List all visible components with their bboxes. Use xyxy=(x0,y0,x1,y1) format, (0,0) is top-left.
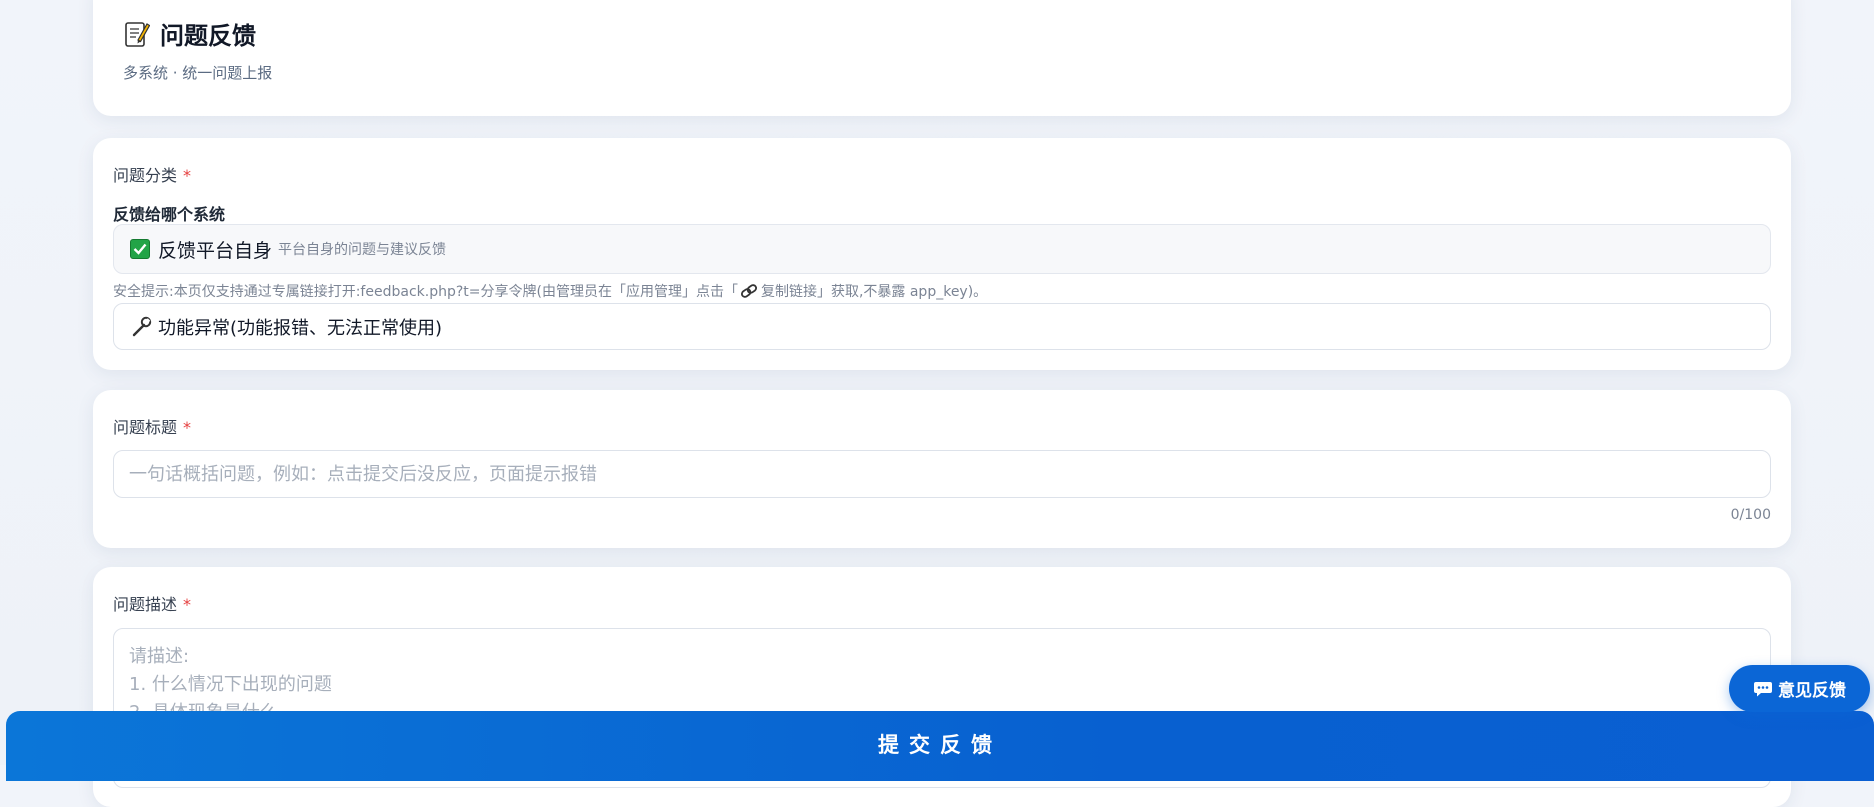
system-select-value: 反馈平台自身 xyxy=(158,239,273,262)
type-select[interactable]: 功能异常(功能报错、无法正常使用) xyxy=(113,303,1771,350)
page-subtitle: 多系统 · 统一问题上报 xyxy=(123,64,273,82)
title-char-counter: 0/100 xyxy=(1730,507,1771,523)
category-label: 问题分类 * xyxy=(113,162,191,186)
security-tip-text-start: 安全提示:本页仅支持通过专属链接打开:feedback.php?t=分享令牌(由… xyxy=(113,284,738,300)
floating-feedback-button[interactable]: 意见反馈 xyxy=(1729,665,1870,712)
chat-bubble-icon xyxy=(1753,680,1773,698)
submit-button[interactable]: 提交反馈 xyxy=(6,711,1874,781)
description-label: 问题描述 * xyxy=(113,591,191,615)
page-title: 问题反馈 xyxy=(160,22,256,50)
title-input[interactable] xyxy=(113,450,1771,498)
title-label: 问题标题 * xyxy=(113,414,191,438)
type-select-value: 功能异常(功能报错、无法正常使用) xyxy=(158,317,443,339)
header-card: 问题反馈 多系统 · 统一问题上报 xyxy=(93,0,1791,116)
category-card: 问题分类 * 反馈给哪个系统 反馈平台自身 平台自身的问题与建议反馈 安全提示:本… xyxy=(93,138,1791,370)
page-title-row: 问题反馈 xyxy=(124,16,256,51)
check-mark-icon xyxy=(130,239,150,259)
wrench-icon xyxy=(130,316,152,338)
description-label-text: 问题描述 xyxy=(113,595,178,614)
memo-icon xyxy=(124,20,151,48)
system-select[interactable]: 反馈平台自身 平台自身的问题与建议反馈 xyxy=(113,224,1771,274)
category-label-text: 问题分类 xyxy=(113,166,178,185)
required-star: * xyxy=(183,418,192,437)
system-select-description: 平台自身的问题与建议反馈 xyxy=(278,242,447,258)
required-star: * xyxy=(183,166,192,185)
system-label: 反馈给哪个系统 xyxy=(113,205,226,224)
security-tip-text-end: 复制链接」获取,不暴露 app_key)。 xyxy=(760,284,988,300)
required-star: * xyxy=(183,595,192,614)
floating-feedback-label: 意见反馈 xyxy=(1778,681,1846,701)
link-icon xyxy=(740,283,758,299)
security-tip: 安全提示:本页仅支持通过专属链接打开:feedback.php?t=分享令牌(由… xyxy=(113,281,987,301)
title-card: 问题标题 * 0/100 xyxy=(93,390,1791,548)
title-label-text: 问题标题 xyxy=(113,418,178,437)
